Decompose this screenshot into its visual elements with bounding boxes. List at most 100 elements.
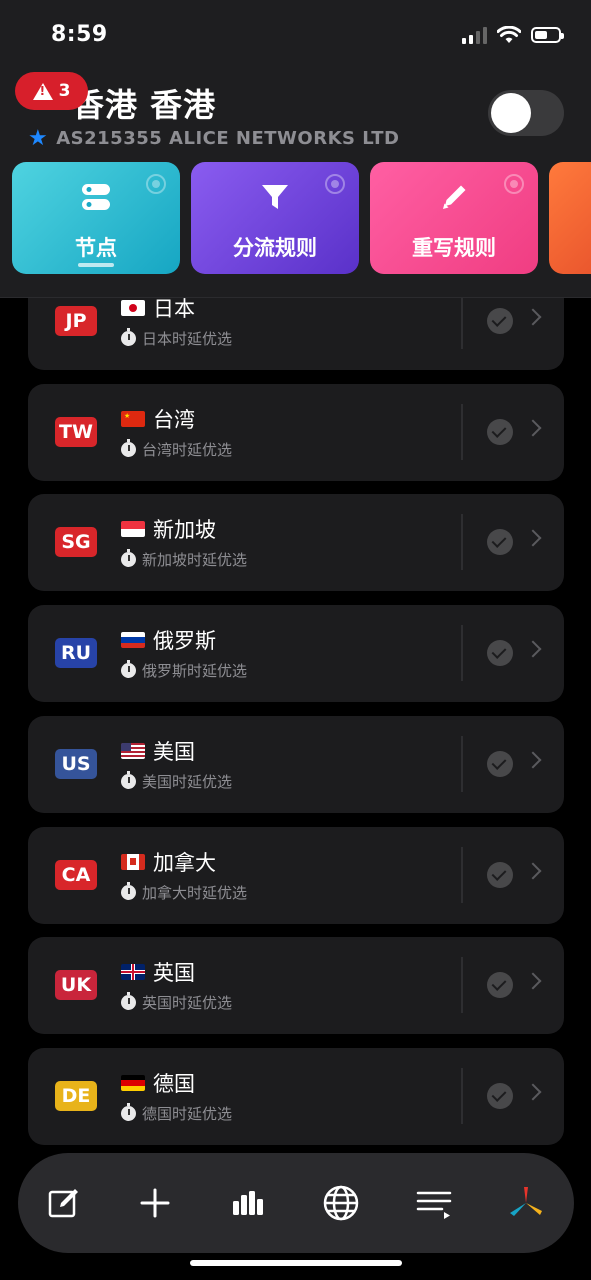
stopwatch-icon bbox=[121, 771, 136, 789]
check-icon[interactable] bbox=[487, 529, 513, 555]
check-icon[interactable] bbox=[487, 972, 513, 998]
stopwatch-icon bbox=[121, 992, 136, 1010]
flag-icon bbox=[121, 632, 145, 648]
bottom-toolbar bbox=[18, 1153, 574, 1253]
divider bbox=[461, 1068, 463, 1124]
divider bbox=[461, 404, 463, 460]
chevron-right-icon[interactable] bbox=[524, 419, 542, 437]
stopwatch-icon bbox=[121, 660, 136, 678]
warning-icon bbox=[32, 82, 53, 100]
tile-nodes[interactable]: 节点 bbox=[12, 162, 180, 274]
globe-icon[interactable] bbox=[321, 1183, 361, 1223]
flag-icon bbox=[121, 300, 145, 316]
group-name: 德国 bbox=[121, 1068, 195, 1098]
tile-label: 节点 bbox=[75, 236, 117, 260]
edit-icon[interactable] bbox=[44, 1183, 84, 1223]
group-name: ★ 台湾 bbox=[121, 404, 195, 434]
chevron-right-icon[interactable] bbox=[524, 972, 542, 990]
tile-row: 节点 分流规则 重写规则 bbox=[12, 162, 591, 274]
chart-icon[interactable] bbox=[229, 1183, 269, 1223]
policy-group-card[interactable]: SG 新加坡新加坡时延优选 bbox=[28, 494, 564, 591]
status-icons bbox=[462, 26, 564, 44]
check-icon[interactable] bbox=[487, 640, 513, 666]
tile-more[interactable] bbox=[549, 162, 591, 274]
check-icon[interactable] bbox=[487, 862, 513, 888]
group-name: 俄罗斯 bbox=[121, 625, 216, 655]
group-name-text: 台湾 bbox=[153, 408, 195, 432]
stopwatch-icon bbox=[121, 328, 136, 346]
header-panel: 8:59 3 香港 香港 ★ AS215355 ALICE NETWORKS L… bbox=[0, 0, 591, 298]
flag-icon bbox=[121, 964, 145, 980]
group-desc-text: 新加坡时延优选 bbox=[142, 551, 248, 569]
country-code-badge: SG bbox=[55, 527, 97, 557]
policy-group-card[interactable]: CA 加拿大加拿大时延优选 bbox=[28, 827, 564, 924]
group-desc: 德国时延优选 bbox=[121, 1103, 232, 1124]
subtitle-text: AS215355 ALICE NETWORKS LTD bbox=[56, 128, 400, 149]
flag-icon bbox=[121, 743, 145, 759]
flag-icon bbox=[121, 854, 145, 870]
check-icon[interactable] bbox=[487, 1083, 513, 1109]
check-icon[interactable] bbox=[487, 751, 513, 777]
flag-icon bbox=[121, 521, 145, 537]
stopwatch-icon bbox=[121, 549, 136, 567]
country-code-badge: US bbox=[55, 749, 97, 779]
chevron-right-icon[interactable] bbox=[524, 308, 542, 326]
pencil-icon bbox=[443, 185, 466, 209]
group-name-text: 德国 bbox=[153, 1072, 195, 1096]
vpn-toggle[interactable] bbox=[488, 90, 564, 136]
policy-group-card[interactable]: US 美国 美国时延优选 bbox=[28, 716, 564, 813]
check-icon[interactable] bbox=[487, 308, 513, 334]
status-time: 8:59 bbox=[51, 22, 108, 47]
country-code-badge: CA bbox=[55, 860, 97, 890]
group-desc: 英国时延优选 bbox=[121, 992, 232, 1013]
chevron-right-icon[interactable] bbox=[524, 640, 542, 658]
divider bbox=[461, 957, 463, 1013]
signal-icon bbox=[462, 26, 487, 44]
app-logo-icon[interactable] bbox=[506, 1183, 546, 1223]
group-name-text: 加拿大 bbox=[153, 851, 216, 875]
group-desc: 俄罗斯时延优选 bbox=[121, 660, 247, 681]
group-desc: 新加坡时延优选 bbox=[121, 549, 247, 570]
page-title: 香港 香港 bbox=[72, 86, 217, 124]
star-icon: ★ bbox=[28, 126, 49, 151]
policy-group-card[interactable]: TW ★ 台湾 台湾时延优选 bbox=[28, 384, 564, 481]
check-icon[interactable] bbox=[487, 419, 513, 445]
tile-rules[interactable]: 分流规则 bbox=[191, 162, 359, 274]
wifi-icon bbox=[497, 26, 521, 43]
group-desc-text: 日本时延优选 bbox=[142, 330, 233, 348]
alert-count: 3 bbox=[58, 81, 71, 101]
group-name: 美国 bbox=[121, 736, 195, 766]
chevron-right-icon[interactable] bbox=[524, 751, 542, 769]
country-code-badge: DE bbox=[55, 1081, 97, 1111]
group-desc-text: 德国时延优选 bbox=[142, 1105, 233, 1123]
ring-icon bbox=[504, 174, 524, 194]
stopwatch-icon bbox=[121, 882, 136, 900]
chevron-right-icon[interactable] bbox=[524, 529, 542, 547]
alert-badge[interactable]: 3 bbox=[15, 72, 88, 110]
toggle-knob bbox=[491, 93, 531, 133]
country-code-badge: UK bbox=[55, 970, 97, 1000]
group-name: 加拿大 bbox=[121, 847, 216, 877]
chevron-right-icon[interactable] bbox=[524, 1083, 542, 1101]
tile-label: 重写规则 bbox=[412, 236, 496, 260]
policy-group-card[interactable]: UK 英国 英国时延优选 bbox=[28, 937, 564, 1034]
tile-label: 分流规则 bbox=[233, 236, 317, 260]
subtitle: ★ AS215355 ALICE NETWORKS LTD bbox=[28, 126, 399, 151]
ring-icon bbox=[325, 174, 345, 194]
group-desc-text: 加拿大时延优选 bbox=[142, 884, 248, 902]
policy-group-card[interactable]: RU 俄罗斯 俄罗斯时延优选 bbox=[28, 605, 564, 702]
group-desc: 台湾时延优选 bbox=[121, 439, 232, 460]
group-name: 新加坡 bbox=[121, 514, 216, 544]
stopwatch-icon bbox=[121, 1103, 136, 1121]
plus-icon[interactable] bbox=[135, 1183, 175, 1223]
list-play-icon[interactable] bbox=[414, 1183, 454, 1223]
policy-group-card[interactable]: DE 德国德国时延优选 bbox=[28, 1048, 564, 1145]
flag-icon: ★ bbox=[121, 411, 145, 427]
divider bbox=[461, 847, 463, 903]
divider bbox=[461, 293, 463, 349]
chevron-right-icon[interactable] bbox=[524, 862, 542, 880]
filter-icon bbox=[262, 185, 288, 209]
tile-rewrite[interactable]: 重写规则 bbox=[370, 162, 538, 274]
group-desc-text: 俄罗斯时延优选 bbox=[142, 662, 248, 680]
group-desc-text: 台湾时延优选 bbox=[142, 441, 233, 459]
